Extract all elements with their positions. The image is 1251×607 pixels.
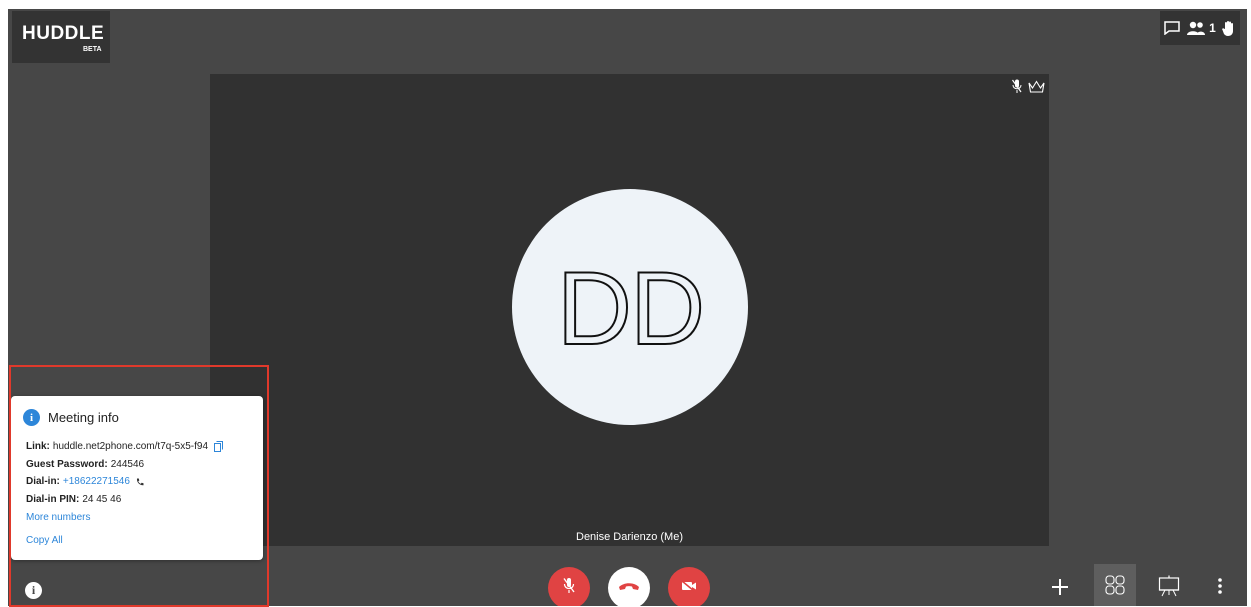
participant-avatar: DD [512, 189, 748, 425]
avatar-initials: DD [556, 251, 706, 367]
info-icon: i [23, 409, 40, 426]
dial-in-number[interactable]: +18622271546 [63, 473, 130, 491]
video-tile[interactable]: DD Denise Darienzo (Me) [210, 74, 1049, 546]
meeting-link-row: Link: huddle.net2phone.com/t7q-5x5-f94 [26, 438, 224, 456]
grid-layout-icon [1105, 575, 1125, 595]
dial-in-label: Dial-in: [26, 476, 60, 487]
top-right-toolbar: 1 [1160, 11, 1240, 45]
chat-icon[interactable] [1164, 21, 1180, 35]
copy-all-link[interactable]: Copy All [26, 535, 63, 546]
meeting-info-button[interactable]: i [25, 582, 42, 599]
more-numbers-link[interactable]: More numbers [26, 512, 90, 523]
raise-hand-icon[interactable] [1222, 20, 1236, 37]
dial-in-pin-row: Dial-in PIN: 24 45 46 [26, 491, 223, 509]
meeting-link[interactable]: huddle.net2phone.com/t7q-5x5-f94 [53, 438, 208, 456]
hang-up-button[interactable] [608, 567, 650, 606]
participants-icon[interactable] [1186, 21, 1206, 35]
huddle-logo: HUDDLE BETA [12, 11, 110, 63]
dial-in-row: Dial-in: +18622271546 [26, 473, 223, 491]
tile-layout-button[interactable] [1094, 564, 1136, 606]
camera-off-button[interactable] [668, 567, 710, 606]
link-label: Link: [26, 441, 50, 452]
camera-off-icon [681, 579, 697, 597]
popup-header: i Meeting info [23, 409, 119, 426]
phone-icon[interactable] [136, 478, 144, 486]
copy-icon[interactable] [214, 441, 224, 453]
meeting-window: HUDDLE BETA 1 DD Denise Darienzo (Me) i … [8, 9, 1247, 606]
dial-in-pin: 24 45 46 [82, 493, 122, 505]
pin-label: Dial-in PIN: [26, 493, 80, 505]
plus-icon [1052, 579, 1068, 595]
guest-password-row: Guest Password: 244546 [26, 456, 223, 474]
presentation-button[interactable] [1158, 575, 1180, 602]
add-button[interactable] [1051, 575, 1069, 599]
hang-up-icon [618, 579, 640, 597]
meeting-info-popup: i Meeting info Link: huddle.net2phone.co… [11, 396, 263, 560]
moderator-crown-icon [1028, 79, 1045, 99]
kebab-menu-icon [1218, 578, 1222, 594]
mic-muted-icon [1012, 79, 1022, 99]
participant-name-label: Denise Darienzo (Me) [576, 531, 683, 543]
popup-title: Meeting info [48, 410, 119, 425]
presentation-icon [1158, 575, 1180, 597]
mic-off-icon [563, 577, 575, 599]
brand-name: HUDDLE [22, 23, 105, 44]
tile-status-icons [1012, 79, 1045, 99]
participants-count: 1 [1209, 21, 1216, 35]
password-label: Guest Password: [26, 458, 108, 470]
more-options-button[interactable] [1218, 578, 1222, 599]
guest-password: 244546 [110, 458, 145, 470]
meeting-details: Link: huddle.net2phone.com/t7q-5x5-f94 G… [26, 438, 224, 509]
mute-mic-button[interactable] [548, 567, 590, 606]
brand-beta-tag: BETA [83, 46, 102, 53]
